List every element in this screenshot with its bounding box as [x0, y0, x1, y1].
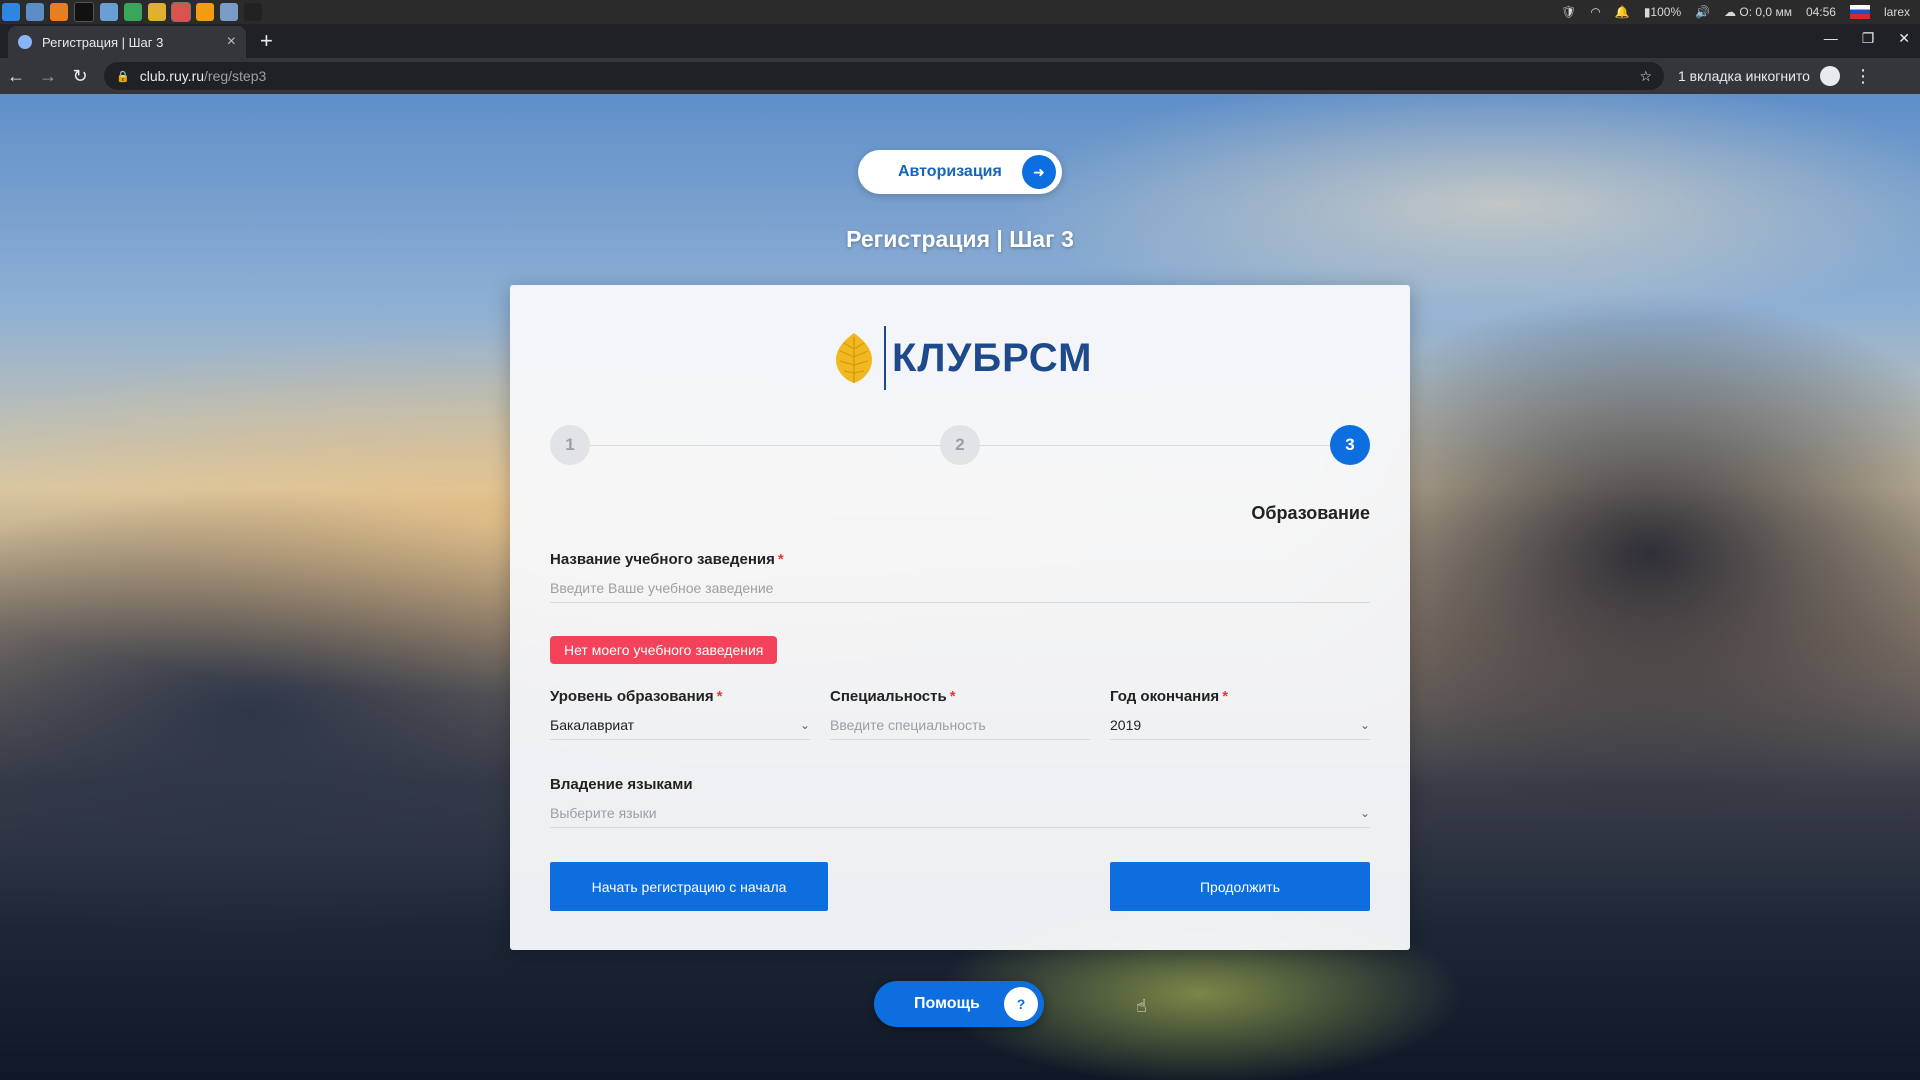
step-3: 3 — [1330, 425, 1370, 465]
question-icon: ? — [1004, 987, 1038, 1021]
leaf-logo-icon — [835, 333, 873, 383]
step-2: 2 — [940, 425, 980, 465]
folder-icon[interactable] — [220, 3, 238, 21]
minimize-icon[interactable]: — — [1824, 30, 1838, 47]
bell-icon[interactable]: 🔔 — [1615, 5, 1630, 19]
chrome-icon[interactable] — [124, 3, 142, 21]
browser-toolbar: ← → ↻ 🔒 club.ruy.ru/reg/step3 ☆ 1 вкладк… — [0, 58, 1920, 94]
lock-icon[interactable]: 🔒 — [116, 70, 130, 83]
clock[interactable]: 04:56 — [1806, 5, 1836, 19]
incognito-indicator[interactable]: 1 вкладка инкогнито — [1678, 66, 1840, 86]
terminal-icon[interactable] — [74, 2, 94, 22]
chevron-down-icon: ⌄ — [799, 718, 810, 732]
auth-button-label: Авторизация — [898, 163, 1002, 180]
os-taskbar-apps — [0, 2, 262, 22]
graduation-year-label-text: Год окончания — [1110, 688, 1220, 705]
continue-button[interactable]: Продолжить — [1110, 862, 1370, 911]
specialty-label: Специальность * — [830, 688, 956, 705]
browser-tab-bar: Регистрация | Шаг 3 × + — ❐ ✕ — [0, 24, 1920, 58]
chrome-active-icon[interactable] — [171, 2, 191, 22]
favicon-icon — [18, 35, 32, 49]
required-mark: * — [949, 688, 956, 705]
back-icon[interactable]: ← — [0, 66, 32, 87]
reload-icon[interactable]: ↻ — [64, 66, 96, 87]
page-background: Авторизация ➜ Регистрация | Шаг 3 КЛУБРС… — [0, 94, 1920, 1080]
browser-tab[interactable]: Регистрация | Шаг 3 × — [8, 26, 246, 58]
browser-menu-icon[interactable]: ⋮ — [1854, 66, 1872, 87]
restart-registration-button[interactable]: Начать регистрацию с начала — [550, 862, 828, 911]
battery-percent: 100% — [1650, 5, 1682, 19]
forward-icon[interactable]: → — [32, 66, 64, 87]
no-institution-button[interactable]: Нет моего учебного заведения — [550, 636, 778, 664]
sign-in-icon: ➜ — [1022, 155, 1056, 189]
chevron-down-icon: ⌄ — [1359, 718, 1370, 732]
user-name[interactable]: larex — [1884, 5, 1910, 19]
languages-label: Владение языками — [550, 776, 693, 793]
incognito-icon — [1819, 66, 1840, 86]
institution-label-text: Название учебного заведения — [550, 551, 775, 568]
help-button-label: Помощь — [914, 995, 980, 1012]
logo-text: КЛУБРСМ — [892, 335, 1093, 380]
url-path: /reg/step3 — [204, 68, 267, 84]
required-mark: * — [777, 551, 784, 568]
step-caption: Образование — [1251, 503, 1370, 523]
restore-icon[interactable]: ❐ — [1862, 30, 1875, 47]
folder-icon[interactable] — [100, 3, 118, 21]
window-controls: — ❐ ✕ — [1824, 30, 1910, 47]
volume-icon[interactable]: 🔊 — [1695, 5, 1710, 19]
language-flag-icon[interactable] — [1849, 5, 1870, 19]
step-1: 1 — [550, 425, 590, 465]
institution-input[interactable]: Введите Ваше учебное заведение — [550, 574, 1370, 603]
graduation-year-select[interactable]: 2019 ⌄ — [1110, 711, 1370, 740]
graduation-year-value: 2019 — [1110, 717, 1142, 733]
close-window-icon[interactable]: ✕ — [1898, 30, 1910, 47]
close-tab-icon[interactable]: × — [227, 33, 236, 51]
graduation-year-label: Год окончания * — [1110, 688, 1228, 705]
os-tray: 🛡 ◠ 🔔 ▮100% 🔊 ☁ O: 0,0 мм 04:56 larex — [1561, 5, 1920, 19]
address-bar[interactable]: 🔒 club.ruy.ru/reg/step3 ☆ — [104, 62, 1664, 90]
terminal-icon[interactable] — [244, 3, 262, 21]
help-button[interactable]: Помощь ? — [874, 981, 1044, 1027]
shield-icon[interactable]: 🛡 — [1561, 5, 1576, 19]
auth-button[interactable]: Авторизация ➜ — [858, 150, 1062, 194]
wifi-icon[interactable]: ◠ — [1590, 5, 1600, 19]
languages-select[interactable]: Выберите языки ⌄ — [550, 799, 1370, 828]
education-level-select[interactable]: Бакалавриат ⌄ — [550, 711, 810, 740]
education-level-label-text: Уровень образования — [550, 688, 714, 705]
bookmark-star-icon[interactable]: ☆ — [1639, 68, 1652, 85]
stepper: 1 2 3 — [550, 425, 1370, 465]
specialty-label-text: Специальность — [830, 688, 947, 705]
file-manager-icon[interactable] — [26, 3, 44, 21]
tab-title: Регистрация | Шаг 3 — [42, 34, 164, 50]
institution-label: Название учебного заведения * — [550, 551, 784, 568]
url-host: club.ruy.ru — [139, 68, 205, 84]
required-mark: * — [1222, 688, 1229, 705]
languages-placeholder: Выберите языки — [550, 805, 657, 821]
institution-placeholder: Введите Ваше учебное заведение — [550, 580, 774, 596]
incognito-label: 1 вкладка инкогнито — [1678, 68, 1810, 84]
logo-divider — [884, 326, 886, 390]
specialty-placeholder: Введите специальность — [830, 717, 986, 733]
chevron-down-icon: ⌄ — [1359, 806, 1370, 820]
education-level-value: Бакалавриат — [550, 717, 635, 733]
network-indicator[interactable]: ☁ O: 0,0 мм — [1724, 5, 1792, 19]
registration-card: КЛУБРСМ 1 2 3 Образование Название учебн… — [510, 285, 1410, 950]
logo: КЛУБРСМ — [830, 323, 1100, 393]
os-top-bar: 🛡 ◠ 🔔 ▮100% 🔊 ☁ O: 0,0 мм 04:56 larex — [0, 0, 1920, 24]
specialty-input[interactable]: Введите специальность — [830, 711, 1090, 740]
page-title: Регистрация | Шаг 3 — [846, 226, 1074, 252]
app-launcher-icon[interactable] — [2, 3, 20, 21]
chrome-icon[interactable] — [148, 3, 166, 21]
battery-indicator[interactable]: ▮100% — [1644, 5, 1681, 19]
network-readout: O: 0,0 мм — [1739, 5, 1792, 19]
required-mark: * — [716, 688, 723, 705]
mouse-cursor-icon: ☝ — [1136, 996, 1147, 1016]
package-icon[interactable] — [50, 3, 68, 21]
sublime-icon[interactable] — [196, 3, 214, 21]
education-level-label: Уровень образования * — [550, 688, 723, 705]
new-tab-icon[interactable]: + — [260, 28, 273, 54]
